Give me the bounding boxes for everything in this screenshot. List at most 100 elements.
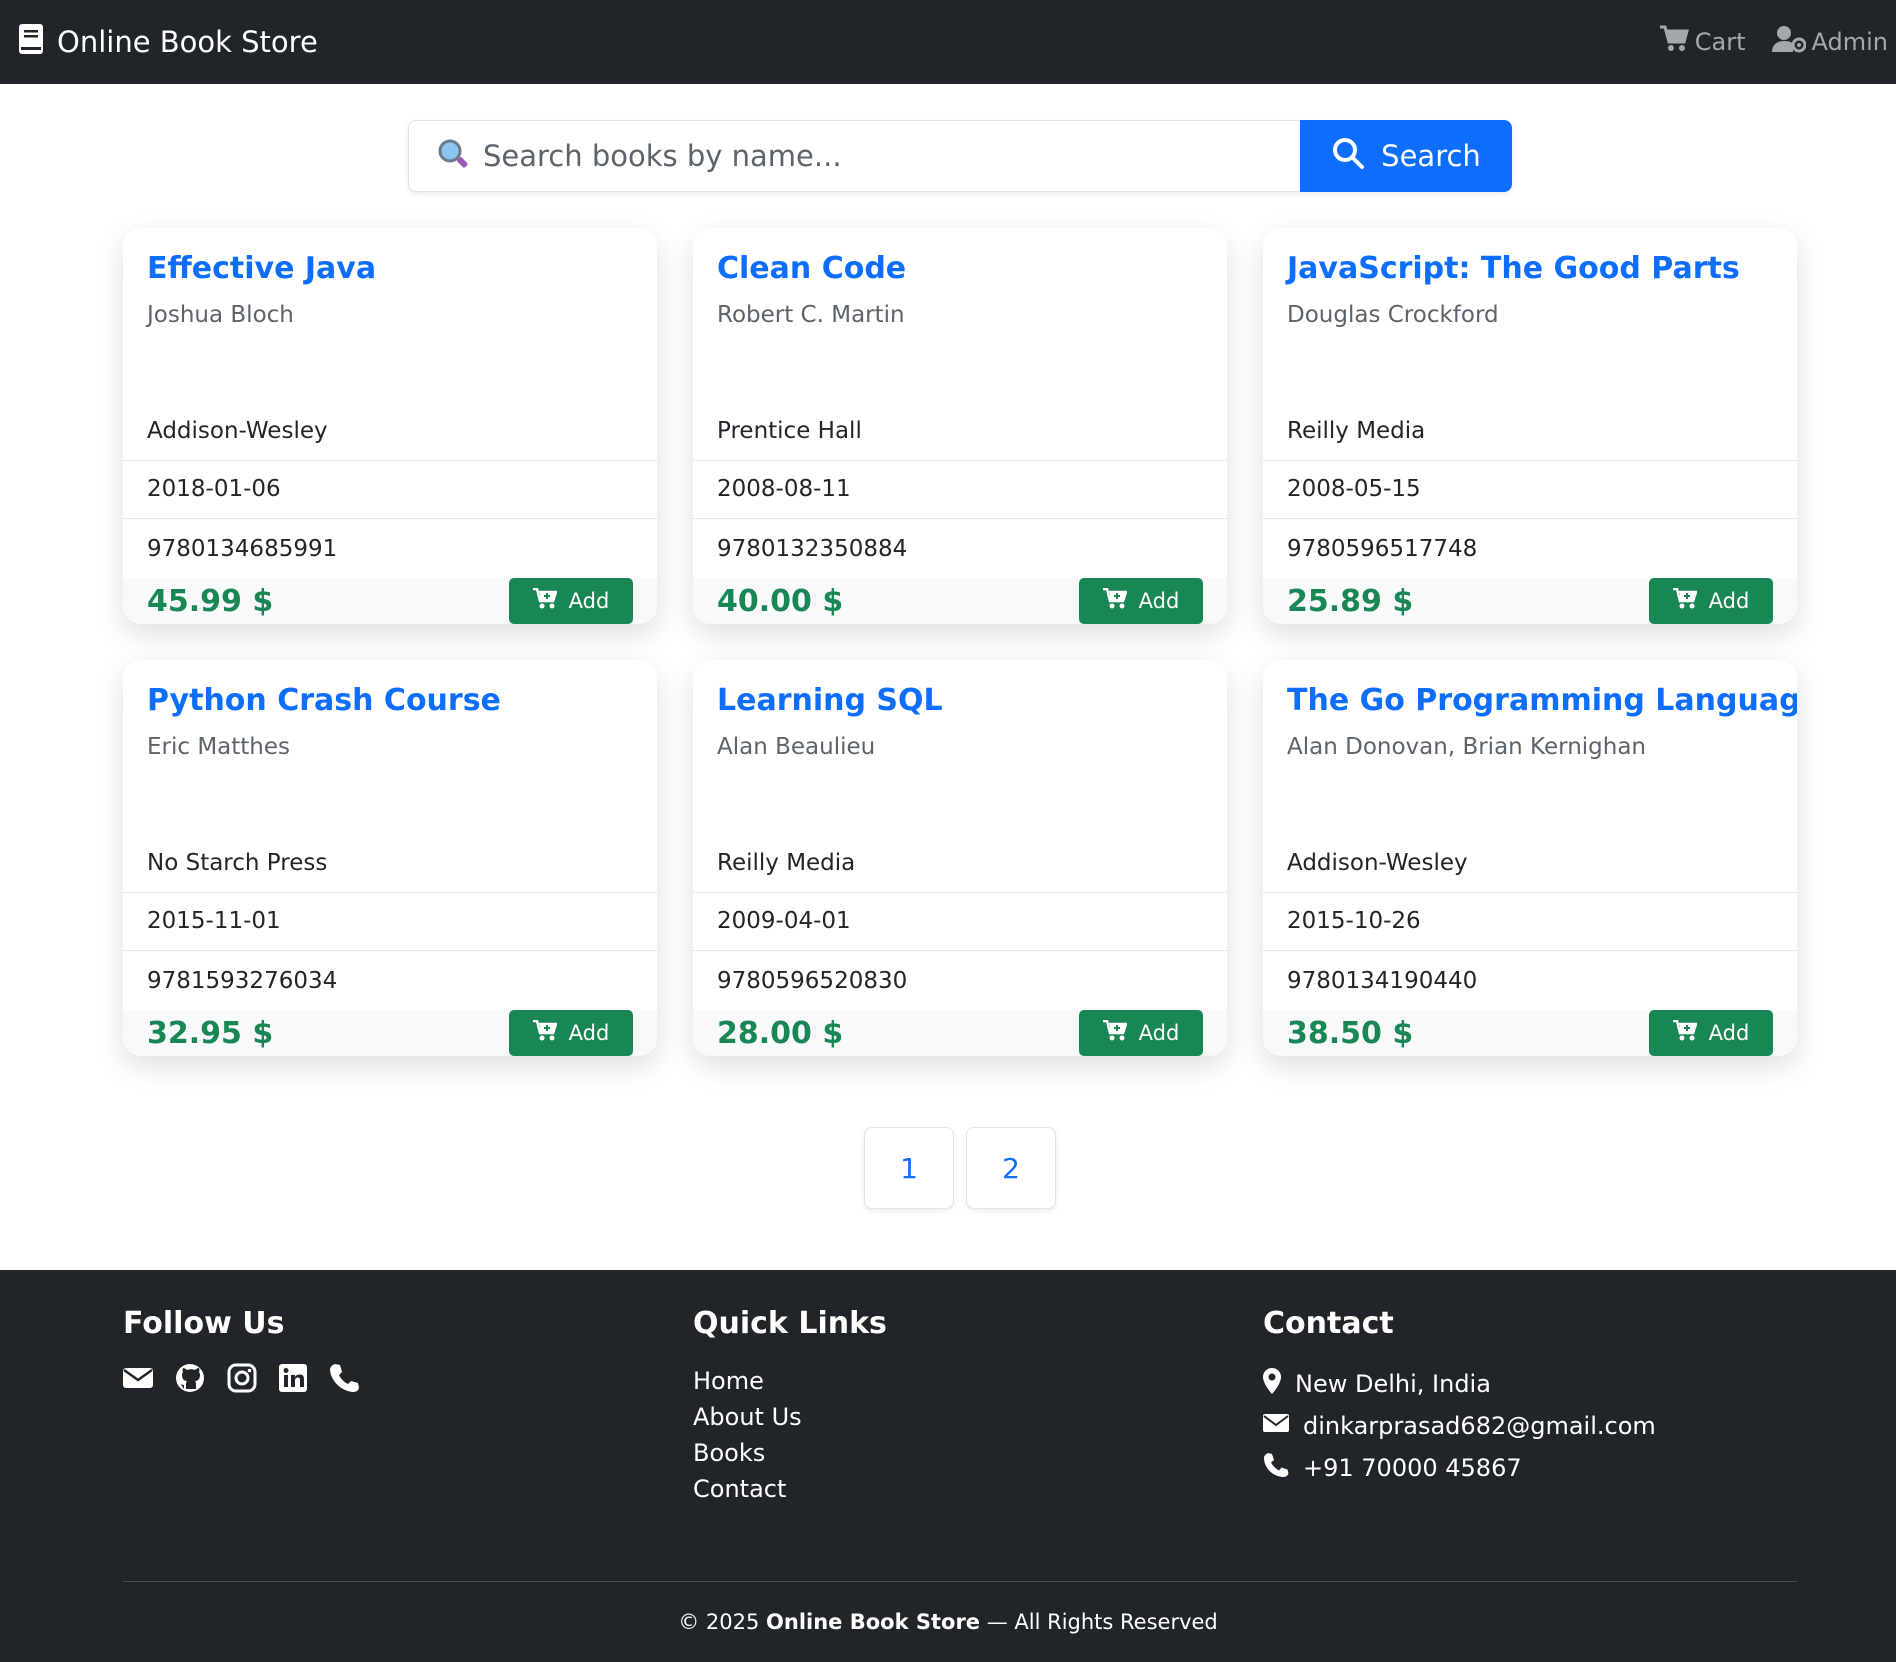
search-input[interactable] xyxy=(483,139,1300,173)
phone-icon xyxy=(1263,1452,1303,1484)
contact-phone: +91 70000 45867 xyxy=(1263,1447,1656,1489)
add-button-label: Add xyxy=(1138,1021,1180,1045)
book-icon xyxy=(18,23,57,62)
book-date: 2009-04-01 xyxy=(693,893,1227,952)
book-publisher: Addison-Wesley xyxy=(1263,834,1797,893)
book-publisher: No Starch Press xyxy=(123,834,657,893)
book-card: JavaScript: The Good Parts Douglas Crock… xyxy=(1263,228,1797,624)
envelope-icon xyxy=(1263,1410,1303,1442)
book-publisher: Addison-Wesley xyxy=(123,402,657,461)
book-title[interactable]: Python Crash Course xyxy=(147,682,633,720)
book-isbn: 9781593276034 xyxy=(147,967,338,994)
book-author: Joshua Bloch xyxy=(147,301,294,328)
admin-link[interactable]: Admin xyxy=(1771,25,1888,59)
book-isbn: 9780596520830 xyxy=(717,967,908,994)
cart-link[interactable]: Cart xyxy=(1659,25,1746,59)
cart-plus-icon xyxy=(1102,587,1139,615)
map-pin-icon xyxy=(1263,1368,1295,1400)
book-author: Alan Donovan, Brian Kernighan xyxy=(1287,733,1647,760)
add-to-cart-button[interactable]: Add xyxy=(509,1010,633,1056)
book-isbn: 9780134685991 xyxy=(147,535,338,562)
follow-title: Follow Us xyxy=(123,1306,285,1341)
cart-plus-icon xyxy=(1672,587,1709,615)
book-price: 40.00 $ xyxy=(717,583,844,619)
add-button-label: Add xyxy=(1138,589,1180,613)
footer-links-section: Quick Links Home About Us Books Contact xyxy=(693,1306,887,1507)
book-price: 28.00 $ xyxy=(717,1015,844,1051)
footer-contact-section: Contact New Delhi, India dinkarprasad682… xyxy=(1263,1306,1656,1489)
book-date: 2008-08-11 xyxy=(693,461,1227,520)
book-price: 45.99 $ xyxy=(147,583,274,619)
book-title[interactable]: Effective Java xyxy=(147,250,633,288)
book-price: 25.89 $ xyxy=(1287,583,1414,619)
book-title[interactable]: The Go Programming Language xyxy=(1287,682,1797,720)
instagram-icon[interactable] xyxy=(227,1363,257,1393)
add-to-cart-button[interactable]: Add xyxy=(1649,1010,1773,1056)
search-bar: Search xyxy=(408,120,1512,192)
page-button-1[interactable]: 1 xyxy=(864,1127,954,1209)
links-title: Quick Links xyxy=(693,1306,887,1341)
add-to-cart-button[interactable]: Add xyxy=(1649,578,1773,624)
add-to-cart-button[interactable]: Add xyxy=(1079,578,1203,624)
contact-email: dinkarprasad682@gmail.com xyxy=(1263,1405,1656,1447)
book-price: 32.95 $ xyxy=(147,1015,274,1051)
add-button-label: Add xyxy=(568,1021,610,1045)
footer-link-about[interactable]: About Us xyxy=(693,1399,887,1435)
book-isbn: 9780132350884 xyxy=(717,535,908,562)
contact-location: New Delhi, India xyxy=(1263,1363,1656,1405)
linkedin-icon[interactable] xyxy=(279,1363,307,1393)
footer-link-home[interactable]: Home xyxy=(693,1363,887,1399)
social-links xyxy=(123,1363,381,1393)
contact-title: Contact xyxy=(1263,1306,1394,1341)
cart-plus-icon xyxy=(532,1019,569,1047)
add-button-label: Add xyxy=(1708,1021,1750,1045)
add-button-label: Add xyxy=(568,589,610,613)
footer-follow-section: Follow Us xyxy=(123,1306,381,1393)
book-date: 2015-10-26 xyxy=(1263,893,1797,952)
copyright-suffix: — All Rights Reserved xyxy=(980,1610,1218,1634)
brand-name: Online Book Store xyxy=(57,25,318,59)
book-card: The Go Programming Language Alan Donovan… xyxy=(1263,660,1797,1056)
cart-label: Cart xyxy=(1694,28,1746,56)
copyright-prefix: © 2025 xyxy=(678,1610,767,1634)
cart-plus-icon xyxy=(1672,1019,1709,1047)
book-publisher: Reilly Media xyxy=(1263,402,1797,461)
book-title[interactable]: Learning SQL xyxy=(717,682,1203,720)
pagination: 1 2 xyxy=(864,1127,1068,1209)
book-title[interactable]: Clean Code xyxy=(717,250,1203,288)
book-card: Python Crash Course Eric Matthes No Star… xyxy=(123,660,657,1056)
search-icon xyxy=(1331,136,1381,177)
copyright-brand: Online Book Store xyxy=(766,1610,981,1634)
add-to-cart-button[interactable]: Add xyxy=(509,578,633,624)
phone-text: +91 70000 45867 xyxy=(1303,1454,1522,1482)
book-author: Alan Beaulieu xyxy=(717,733,876,760)
footer-link-books[interactable]: Books xyxy=(693,1435,887,1471)
brand-link[interactable]: Online Book Store xyxy=(18,23,318,62)
book-price: 38.50 $ xyxy=(1287,1015,1414,1051)
search-button-label: Search xyxy=(1381,139,1481,173)
book-date: 2008-05-15 xyxy=(1263,461,1797,520)
add-to-cart-button[interactable]: Add xyxy=(1079,1010,1203,1056)
book-author: Douglas Crockford xyxy=(1287,301,1499,328)
book-isbn: 9780596517748 xyxy=(1287,535,1478,562)
book-card: Clean Code Robert C. Martin Prentice Hal… xyxy=(693,228,1227,624)
cart-icon xyxy=(1659,25,1695,59)
search-button[interactable]: Search xyxy=(1300,120,1512,192)
envelope-icon[interactable] xyxy=(123,1363,153,1393)
copyright: © 2025 Online Book Store — All Rights Re… xyxy=(0,1610,1896,1634)
book-title[interactable]: JavaScript: The Good Parts xyxy=(1287,250,1773,288)
user-gear-icon xyxy=(1771,25,1812,59)
book-date: 2018-01-06 xyxy=(123,461,657,520)
book-publisher: Prentice Hall xyxy=(693,402,1227,461)
footer-link-contact[interactable]: Contact xyxy=(693,1471,887,1507)
book-isbn: 9780134190440 xyxy=(1287,967,1478,994)
magnifier-emoji-icon xyxy=(437,138,483,174)
phone-icon[interactable] xyxy=(329,1363,359,1393)
github-icon[interactable] xyxy=(175,1363,205,1393)
book-author: Robert C. Martin xyxy=(717,301,905,328)
email-text[interactable]: dinkarprasad682@gmail.com xyxy=(1303,1412,1656,1440)
cart-plus-icon xyxy=(532,587,569,615)
book-card: Learning SQL Alan Beaulieu Reilly Media … xyxy=(693,660,1227,1056)
page-button-2[interactable]: 2 xyxy=(966,1127,1056,1209)
location-text: New Delhi, India xyxy=(1295,1370,1491,1398)
